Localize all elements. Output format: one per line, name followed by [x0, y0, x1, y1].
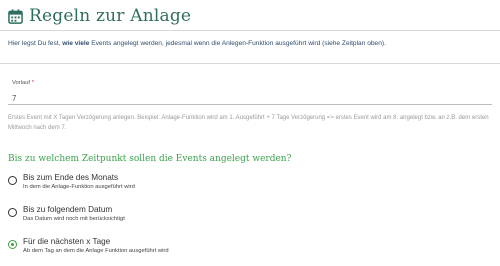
intro-bold: wie viele [62, 40, 90, 47]
section-title: Bis zu welchem Zeitpunkt sollen die Even… [8, 154, 292, 164]
intro-text: Hier legst Du fest, wie viele Events ang… [8, 40, 494, 47]
option-until-date[interactable]: Bis zu folgendem Datum Das Datum wird no… [8, 204, 125, 224]
vorlauf-input[interactable]: 7 [12, 94, 16, 103]
option-subtitle: Ab dem Tag an dem die Anlage Funktion au… [23, 248, 169, 254]
option-subtitle: In dem die Anlage-Funktion ausgeführt wi… [23, 184, 135, 190]
radio-next-x-days[interactable] [8, 240, 17, 249]
radio-end-of-month[interactable] [8, 176, 17, 185]
intro-part2: Events angelegt werden, jedesmal wenn di… [89, 40, 386, 47]
vorlauf-label: Vorlauf * [12, 80, 34, 86]
option-end-of-month[interactable]: Bis zum Ende des Monats In dem die Anlag… [8, 172, 135, 192]
option-subtitle: Das Datum wird noch mit berücksichtigt [23, 216, 125, 222]
vorlauf-input-underline [8, 104, 492, 105]
page-header: Regeln zur Anlage [8, 6, 191, 26]
option-next-x-days[interactable]: Für die nächsten x Tage Ab dem Tag an de… [8, 236, 169, 256]
option-title: Bis zum Ende des Monats [23, 173, 119, 182]
calendar-icon [8, 8, 23, 24]
option-title: Für die nächsten x Tage [23, 237, 111, 246]
radio-until-date[interactable] [8, 208, 17, 217]
vorlauf-label-text: Vorlauf [12, 80, 31, 86]
page-title: Regeln zur Anlage [29, 6, 192, 26]
intro-divider [0, 63, 500, 64]
header-divider [0, 30, 500, 31]
required-mark: * [31, 80, 34, 86]
intro-part1: Hier legst Du fest, [8, 40, 63, 47]
vorlauf-help-text: Erstes Event mit X Tagen Verzögerung anl… [8, 115, 489, 131]
option-title: Bis zu folgendem Datum [23, 205, 113, 214]
